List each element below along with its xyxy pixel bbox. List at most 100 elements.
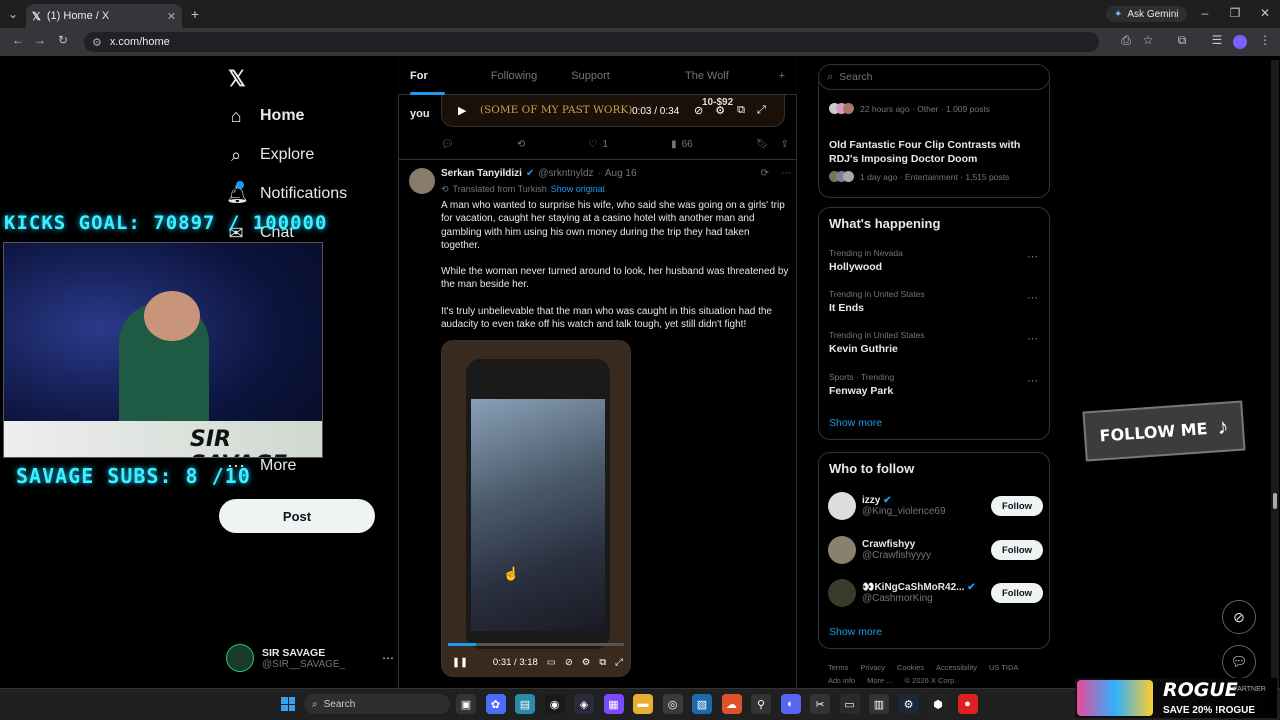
taskbar-search[interactable]: ⌕ Search xyxy=(304,694,450,714)
account-more-icon[interactable]: ⋯ xyxy=(382,651,394,665)
chrome-icon[interactable]: ◎ xyxy=(662,694,683,714)
settings-icon[interactable]: ⚙ xyxy=(582,657,591,668)
tab-list-icon[interactable]: ⌄ xyxy=(4,7,22,21)
trend-more-icon[interactable]: ⋯ xyxy=(1027,291,1038,304)
author-avatar[interactable] xyxy=(409,168,435,194)
new-tab-icon[interactable]: + xyxy=(186,6,204,22)
record-app-icon[interactable]: ● xyxy=(957,694,978,714)
who-row-crawfishyy[interactable]: Crawfishyy @Crawfishyyyy Follow xyxy=(828,535,1043,565)
tab-the-wolf-pack[interactable]: The Wolf Pack xyxy=(663,57,759,120)
pip-icon[interactable]: ⧉ xyxy=(737,104,745,117)
mute-icon[interactable]: ⊘ xyxy=(565,657,573,668)
footer-ads-info-link[interactable]: Ads info xyxy=(828,676,855,685)
tab-support-streamers[interactable]: Support Streamers xyxy=(549,57,663,120)
scrollbar-thumb[interactable] xyxy=(1273,493,1277,509)
browser-tab[interactable]: 𝕏 (1) Home / X ✕ xyxy=(26,4,182,28)
grok-analyze-icon[interactable]: ⟳ xyxy=(761,168,769,179)
captions-icon[interactable]: ▭ xyxy=(547,657,556,668)
author-handle[interactable]: @srkntnyldz xyxy=(538,168,593,179)
github-icon[interactable]: ⬢ xyxy=(928,694,948,714)
close-window-icon[interactable]: ✕ xyxy=(1256,6,1274,20)
pip-icon[interactable]: ⧉ xyxy=(599,657,606,668)
add-tab-icon[interactable]: + xyxy=(759,57,797,95)
steam-icon[interactable]: ⚙ xyxy=(898,694,919,714)
start-button-icon[interactable] xyxy=(281,697,295,711)
ask-gemini-button[interactable]: ✦ Ask Gemini xyxy=(1106,6,1187,22)
author-name[interactable]: Serkan Tanyildizi xyxy=(441,168,522,179)
trend-more-icon[interactable]: ⋯ xyxy=(1027,374,1038,387)
post-button[interactable]: Post xyxy=(219,499,375,533)
footer-more-link[interactable]: More ... xyxy=(867,676,892,685)
account-switcher[interactable]: SIR SAVAGE @SIR__SAVAGE_ ⋯ xyxy=(226,643,394,673)
repost-button[interactable]: ⟲ xyxy=(517,139,525,150)
trend-item-it-ends[interactable]: Trending in United States It Ends ⋯ xyxy=(829,289,1044,314)
profile-avatar[interactable] xyxy=(1233,35,1247,49)
reply-button[interactable]: 💬︎ xyxy=(441,139,454,150)
who-row-izzy[interactable]: izzy ✔ @King_violence69 Follow xyxy=(828,491,1043,521)
browser-menu-icon[interactable]: ⋮ xyxy=(1256,33,1274,47)
partial-trend-row[interactable]: 22 hours ago · Other · 1,009 posts xyxy=(829,103,1044,114)
x-logo-icon[interactable]: 𝕏 xyxy=(228,66,246,92)
address-bar[interactable]: ⚙ x.com/home xyxy=(84,32,1099,52)
reading-list-icon[interactable]: ☰ xyxy=(1208,33,1226,47)
reload-icon[interactable]: ↻ xyxy=(54,33,72,47)
follow-button[interactable]: Follow xyxy=(991,583,1043,603)
footer-terms-link[interactable]: Terms xyxy=(828,663,848,672)
monitor-app-icon[interactable]: ▤ xyxy=(515,694,535,714)
news-title[interactable]: Old Fantastic Four Clip Contrasts with R… xyxy=(829,139,1044,166)
footer-accessibility-link[interactable]: Accessibility xyxy=(936,663,977,672)
soundcloud-icon[interactable]: ☁ xyxy=(721,694,742,714)
photos-app-icon[interactable]: ▧ xyxy=(692,694,712,714)
grok-float-button[interactable]: ⊘ xyxy=(1222,600,1256,634)
discord-icon[interactable]: ◐ xyxy=(780,694,801,714)
play-icon[interactable]: ▶ xyxy=(458,104,466,117)
file-explorer-icon[interactable]: ▬ xyxy=(633,694,653,714)
minimize-icon[interactable]: – xyxy=(1196,6,1214,20)
tweet-date[interactable]: Aug 16 xyxy=(605,168,637,179)
who-show-more-link[interactable]: Show more xyxy=(829,626,882,638)
media-app-icon[interactable]: ▭ xyxy=(839,694,860,714)
tweet-video-player[interactable]: ❚❚ 0:31 / 3:18 ▭ ⊘ ⚙ ⧉ ⤢ xyxy=(441,340,631,677)
bookmark-star-icon[interactable]: ☆ xyxy=(1139,33,1157,47)
trends-show-more-link[interactable]: Show more xyxy=(829,417,882,429)
pause-icon[interactable]: ❚❚ xyxy=(452,657,468,668)
prev-video-player[interactable]: ▶ (SOME OF MY PAST WORK) 0:03 / 0:34 10-… xyxy=(441,95,785,127)
tab-following[interactable]: Following xyxy=(457,57,549,95)
trend-more-icon[interactable]: ⋯ xyxy=(1027,332,1038,345)
mute-icon[interactable]: ⊘ xyxy=(694,104,703,117)
trend-item-hollywood[interactable]: Trending in Nevada Hollywood ⋯ xyxy=(829,248,1044,273)
footer-tida-link[interactable]: US TIDA xyxy=(989,663,1018,672)
share-icon[interactable]: ⇪ xyxy=(781,139,789,150)
app-icon[interactable]: ◈ xyxy=(574,694,594,714)
close-tab-icon[interactable]: ✕ xyxy=(167,10,176,23)
show-original-link[interactable]: Show original xyxy=(551,184,605,195)
back-icon[interactable]: ← xyxy=(9,33,27,47)
extensions-icon[interactable]: ⧉ xyxy=(1173,33,1191,48)
grid-app-icon[interactable]: ▦ xyxy=(603,694,624,714)
fullscreen-icon[interactable]: ⤢ xyxy=(757,104,766,117)
tab-for-you[interactable]: For you xyxy=(398,57,457,120)
copilot-icon[interactable]: ✿ xyxy=(485,694,506,714)
location-app-icon[interactable]: ⚲ xyxy=(751,694,771,714)
follow-button[interactable]: Follow xyxy=(991,496,1043,516)
nav-explore[interactable]: ⌕ Explore xyxy=(226,140,314,170)
views-button[interactable]: ▮ 66 xyxy=(671,139,693,150)
capcut-icon[interactable]: ✂ xyxy=(810,694,830,714)
install-app-icon[interactable]: ⎙ xyxy=(1117,33,1135,48)
messages-float-button[interactable]: 💬︎ xyxy=(1222,645,1256,679)
follow-button[interactable]: Follow xyxy=(991,540,1043,560)
tweet-more-icon[interactable]: ⋯ xyxy=(773,168,791,179)
bookmark-icon[interactable]: 🔖︎ xyxy=(756,139,769,150)
trend-item-fenway-park[interactable]: Sports · Trending Fenway Park ⋯ xyxy=(829,372,1044,397)
task-view-icon[interactable]: ▣ xyxy=(456,694,476,714)
nav-notifications[interactable]: 🔔︎ Notifications xyxy=(226,179,347,209)
maximize-icon[interactable]: ❐ xyxy=(1226,6,1244,20)
trend-item-kevin-guthrie[interactable]: Trending in United States Kevin Guthrie … xyxy=(829,330,1044,355)
video-progress-track[interactable] xyxy=(448,643,624,646)
fullscreen-icon[interactable]: ⤢ xyxy=(615,657,623,668)
forward-icon[interactable]: → xyxy=(31,33,49,47)
calculator-icon[interactable]: ▥ xyxy=(869,694,889,714)
page-scrollbar[interactable] xyxy=(1271,60,1279,688)
obs-icon[interactable]: ◉ xyxy=(544,694,565,714)
footer-cookies-link[interactable]: Cookies xyxy=(897,663,924,672)
